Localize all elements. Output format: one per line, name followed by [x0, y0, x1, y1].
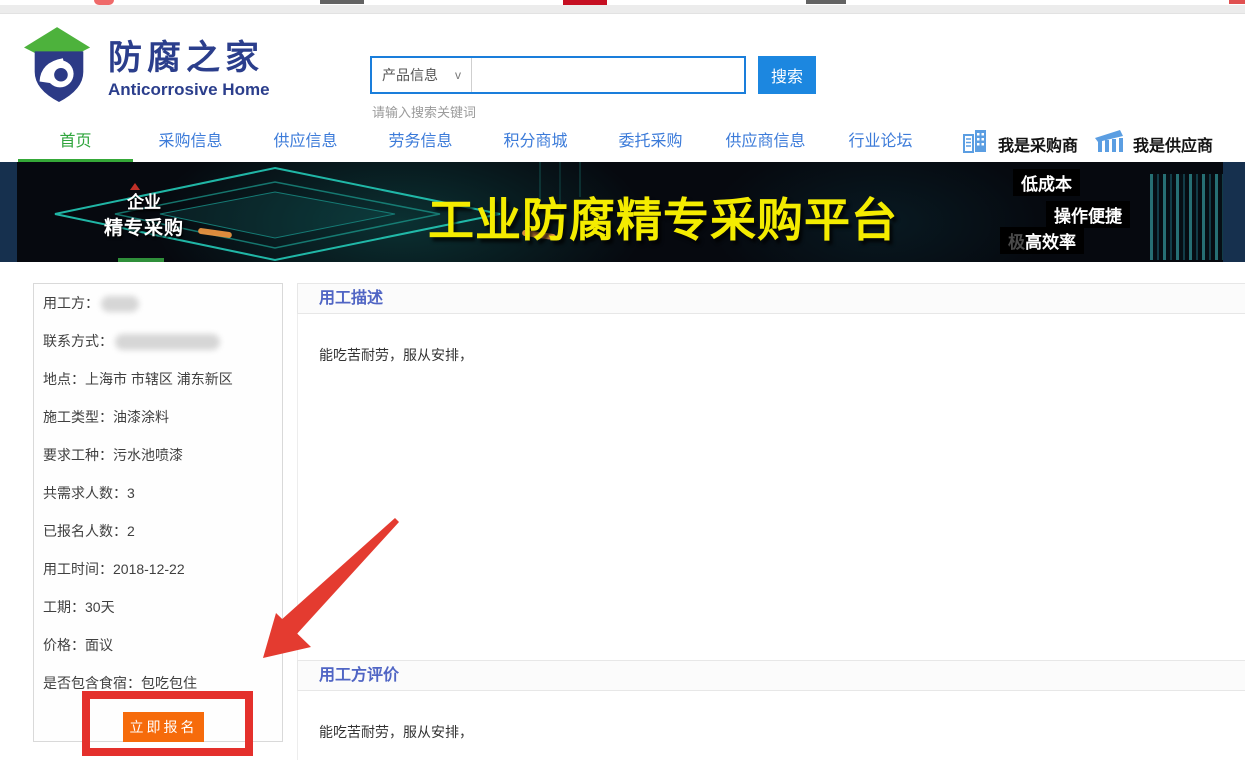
- job-row-location: 地点：上海市 市辖区 浦东新区: [43, 360, 282, 398]
- job-label: 共需求人数：: [43, 485, 127, 501]
- nav-item-purchase-info[interactable]: 采购信息: [133, 126, 248, 162]
- job-label: 联系方式：: [43, 333, 113, 349]
- job-label: 地点：: [43, 371, 85, 387]
- buyer-link-label: 我是采购商: [998, 132, 1078, 156]
- job-value: 3: [127, 485, 135, 501]
- job-row-construction-type: 施工类型：油漆涂料: [43, 398, 282, 436]
- section-title: 用工描述: [297, 283, 1245, 314]
- search-box: 产品信息 v: [370, 56, 746, 94]
- job-label: 是否包含食宿：: [43, 675, 141, 691]
- job-row-board: 是否包含食宿：包吃包住: [43, 664, 282, 702]
- supplier-building-icon: [1094, 128, 1124, 159]
- job-row-price: 价格：面议: [43, 626, 282, 664]
- search-input[interactable]: [472, 58, 744, 92]
- banner-left-edge: [0, 162, 17, 262]
- banner-city-graphic: [1150, 174, 1224, 260]
- job-row-duration: 工期：30天: [43, 588, 282, 626]
- job-value: 污水池喷漆: [113, 447, 183, 463]
- redacted-value: [101, 296, 139, 312]
- job-row-contact: 联系方式：: [43, 322, 282, 360]
- chrome-fragment: [1229, 0, 1245, 4]
- promo-banner[interactable]: 企业 精专采购 工业防腐精专采购平台 低成本 操作便捷 极高效率: [0, 162, 1245, 262]
- job-row-signed-count: 已报名人数：2: [43, 512, 282, 550]
- employer-evaluation-section: 用工方评价 能吃苦耐劳，服从安排，: [297, 660, 1245, 760]
- chrome-top-band: [0, 5, 1245, 14]
- job-value: 油漆涂料: [113, 409, 169, 425]
- job-label: 施工类型：: [43, 409, 113, 425]
- logo-text: 防腐之家 Anticorrosive Home: [108, 38, 270, 100]
- logo-subtitle: Anticorrosive Home: [108, 80, 270, 100]
- logo-title: 防腐之家: [108, 38, 270, 78]
- job-value: 包吃包住: [141, 675, 197, 691]
- search-category-dropdown[interactable]: 产品信息 v: [372, 58, 472, 92]
- banner-tag-prefix: 极: [1008, 233, 1025, 252]
- nav-item-industry-forum[interactable]: 行业论坛: [823, 126, 938, 162]
- job-value: 2018-12-22: [113, 561, 185, 577]
- banner-title: 工业防腐精专采购平台: [428, 184, 898, 250]
- banner-tag-low-cost: 低成本: [1013, 169, 1080, 196]
- chrome-fragment: [806, 0, 846, 4]
- main-nav: 首页 采购信息 供应信息 劳务信息 积分商城 委托采购 供应商信息 行业论坛: [18, 126, 938, 162]
- job-value: 上海市 市辖区 浦东新区: [85, 371, 233, 387]
- job-label: 用工方：: [43, 295, 99, 311]
- banner-tag-text: 高效率: [1025, 233, 1076, 252]
- search-category-label: 产品信息: [382, 65, 438, 85]
- nav-item-supplier-info[interactable]: 供应商信息: [708, 126, 823, 162]
- nav-item-points-mall[interactable]: 积分商城: [478, 126, 593, 162]
- job-row-start-date: 用工时间：2018-12-22: [43, 550, 282, 588]
- section-title: 用工方评价: [297, 660, 1245, 691]
- nav-item-supply-info[interactable]: 供应信息: [248, 126, 363, 162]
- banner-badge-line2: 精专采购: [88, 213, 200, 240]
- job-label: 价格：: [43, 637, 85, 653]
- buyer-link[interactable]: 我是采购商: [962, 128, 1078, 159]
- section-content: 能吃苦耐劳，服从安排，: [297, 691, 1245, 760]
- chrome-fragment: [320, 0, 364, 4]
- job-label: 要求工种：: [43, 447, 113, 463]
- search-button[interactable]: 搜索: [758, 56, 816, 94]
- apply-now-button[interactable]: 立即报名: [123, 712, 204, 742]
- job-label: 用工时间：: [43, 561, 113, 577]
- banner-tag-easy-operation: 操作便捷: [1046, 201, 1130, 228]
- job-label: 工期：: [43, 599, 85, 615]
- banner-badge-mark: [130, 183, 140, 190]
- caret-down-icon: v: [455, 68, 461, 82]
- job-row-work-type: 要求工种：污水池喷漆: [43, 436, 282, 474]
- job-row-needed-count: 共需求人数：3: [43, 474, 282, 512]
- supplier-link[interactable]: 我是供应商: [1094, 128, 1213, 159]
- nav-item-home[interactable]: 首页: [18, 126, 133, 162]
- nav-item-labor-info[interactable]: 劳务信息: [363, 126, 478, 162]
- job-value: 面议: [85, 637, 113, 653]
- redacted-value: [115, 334, 220, 350]
- job-label: 已报名人数：: [43, 523, 127, 539]
- banner-green-strip: [118, 258, 164, 262]
- shield-house-logo-icon: [24, 26, 94, 111]
- supplier-link-label: 我是供应商: [1133, 132, 1213, 156]
- search-hint: 请输入搜索关键词: [372, 102, 476, 121]
- site-logo[interactable]: 防腐之家 Anticorrosive Home: [24, 26, 270, 111]
- job-description-section: 用工描述 能吃苦耐劳，服从安排，: [297, 283, 1245, 660]
- banner-right-edge: [1223, 162, 1245, 262]
- job-value: 2: [127, 523, 135, 539]
- section-content: 能吃苦耐劳，服从安排，: [297, 314, 1245, 660]
- job-value: 30天: [85, 599, 115, 615]
- banner-tag-high-efficiency: 极高效率: [1000, 227, 1084, 254]
- page: 防腐之家 Anticorrosive Home 产品信息 v 搜索 请输入搜索关…: [0, 0, 1245, 760]
- buyer-building-icon: [962, 128, 989, 159]
- job-row-employer: 用工方：: [43, 284, 282, 322]
- banner-badge: 企业 精专采购: [88, 188, 200, 240]
- banner-badge-line1: 企业: [88, 188, 200, 213]
- nav-item-entrusted-purchase[interactable]: 委托采购: [593, 126, 708, 162]
- job-info-panel: 用工方： 联系方式： 地点：上海市 市辖区 浦东新区 施工类型：油漆涂料 要求工…: [33, 283, 283, 742]
